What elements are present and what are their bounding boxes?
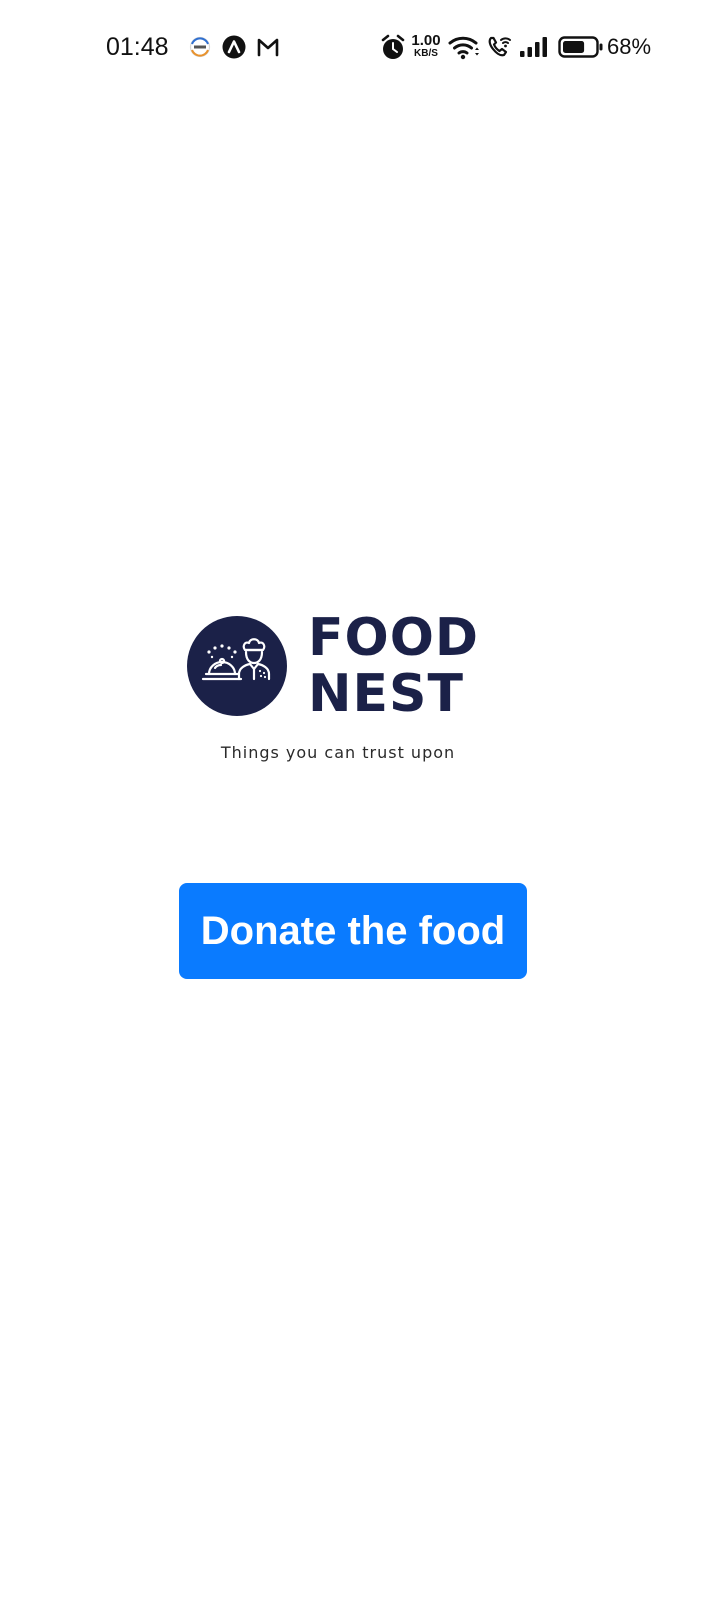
- status-bar: 01:48 1.00 KB/S 68%: [0, 0, 720, 95]
- donate-food-button[interactable]: Donate the food: [179, 883, 527, 979]
- battery-percent: 68%: [607, 34, 652, 59]
- network-speed-unit: KB/S: [414, 48, 438, 59]
- wifi-icon: [448, 36, 479, 60]
- battery-icon: [558, 36, 603, 58]
- gmail-icon: [257, 38, 279, 57]
- tagline: Things you can trust upon: [220, 743, 456, 762]
- chef-serving-cloche-icon: [187, 616, 287, 716]
- status-time: 01:48: [106, 33, 169, 61]
- signal-icon: [520, 37, 547, 57]
- news-app-icon: [189, 36, 211, 58]
- network-speed-value: 1.00: [411, 32, 441, 49]
- brand-name-line-1: FOOD: [308, 608, 480, 668]
- brand-name-line-2: NEST: [308, 664, 464, 724]
- alarm-icon: [381, 34, 405, 59]
- network-speed: 1.00 KB/S: [410, 33, 442, 59]
- wifi-calling-icon: [488, 36, 511, 57]
- arc-app-icon: [222, 35, 246, 59]
